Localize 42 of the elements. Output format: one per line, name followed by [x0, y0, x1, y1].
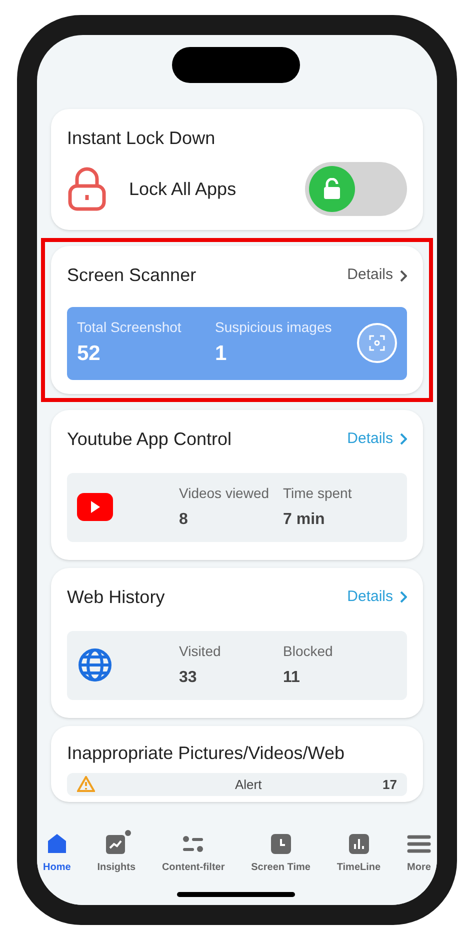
- scan-icon: [369, 335, 385, 352]
- tab[interactable]: TimeLine: [336, 832, 381, 875]
- scan-button[interactable]: [357, 323, 397, 364]
- unlocked-padlock-icon: [322, 178, 342, 200]
- stat-value: 8: [179, 510, 189, 530]
- lock-toggle[interactable]: [305, 162, 407, 216]
- stat-value: 7 min: [283, 510, 326, 530]
- tab[interactable]: More: [406, 832, 431, 875]
- stat-label: Blocked: [283, 642, 334, 660]
- chevron-icon: [399, 591, 407, 603]
- stat-value: 1: [215, 341, 228, 367]
- stat-value: 11: [283, 668, 301, 688]
- stat-label: Visited: [179, 642, 222, 660]
- bar-chart-icon: [346, 832, 371, 856]
- lock-label: Lock All Apps: [129, 178, 238, 201]
- card-title: Youtube App Control: [67, 428, 232, 451]
- alert-label: Alert: [235, 776, 263, 794]
- details-link[interactable]: Details: [347, 428, 407, 450]
- stat-label: Total Screenshot: [77, 318, 182, 337]
- tab[interactable]: Insights: [97, 832, 136, 875]
- card-title: Screen Scanner: [67, 264, 196, 287]
- card-title: Instant Lock Down: [67, 127, 216, 150]
- card-title: Web History: [67, 586, 165, 609]
- stat-label: Videos viewed: [179, 484, 270, 502]
- tab[interactable]: Home: [43, 832, 71, 875]
- padlock-icon: [67, 167, 107, 211]
- stat-label: Suspicious images: [215, 318, 333, 337]
- chevron-icon: [399, 433, 407, 445]
- tab[interactable]: Screen Time: [251, 832, 310, 875]
- stat-label: Time spent: [283, 484, 353, 503]
- chevron-icon: [399, 270, 407, 282]
- stat-value: 33: [179, 668, 198, 688]
- play-logo-icon: [77, 493, 113, 521]
- tab[interactable]: Content-filter: [162, 832, 225, 875]
- details-link[interactable]: Details: [347, 264, 407, 287]
- warning-icon: [77, 776, 95, 792]
- stat-value: 52: [77, 341, 102, 367]
- clock-icon: [268, 832, 293, 856]
- details-link[interactable]: Details: [347, 586, 407, 608]
- card-title: Inappropriate Pictures/Videos/Web: [67, 742, 346, 765]
- globe-icon: [77, 647, 113, 683]
- alert-count: 17: [382, 776, 397, 794]
